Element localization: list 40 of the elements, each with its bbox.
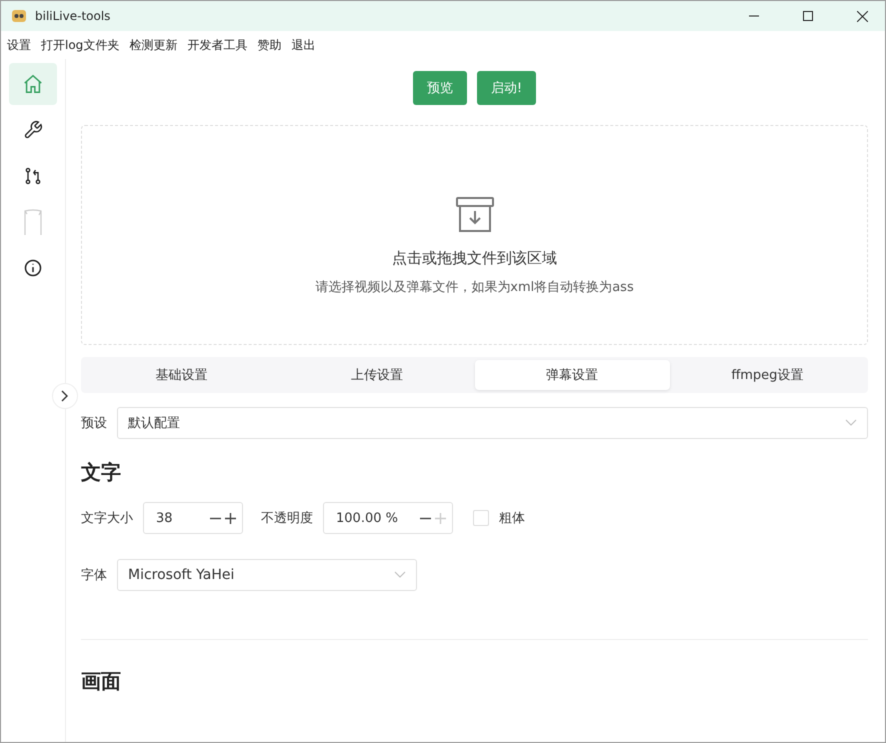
dropzone-hint: 请选择视频以及弹幕文件，如果为xml将自动转换为ass — [315, 278, 634, 296]
info-icon — [23, 258, 43, 278]
field-label: 字体 — [81, 567, 107, 584]
plus-icon[interactable] — [225, 512, 236, 524]
bold-checkbox[interactable] — [473, 510, 489, 526]
chevron-down-icon — [845, 419, 857, 427]
menu-item[interactable]: 打开log文件夹 — [41, 36, 120, 54]
section-heading: 画面 — [81, 668, 122, 695]
window-title: biliLive-tools — [35, 9, 112, 23]
tab[interactable]: ffmpeg设置 — [670, 360, 865, 390]
chevron-right-icon — [61, 390, 69, 402]
section-heading: 文字 — [81, 459, 122, 486]
close-icon[interactable] — [856, 10, 868, 22]
menu-item[interactable]: 开发者工具 — [187, 36, 248, 54]
menu-item[interactable]: 退出 — [291, 36, 316, 54]
tab[interactable]: 基础设置 — [84, 360, 280, 390]
chevron-down-icon — [394, 571, 406, 579]
upload-dropzone[interactable]: 点击或拖拽文件到该区域 请选择视频以及弹幕文件，如果为xml将自动转换为ass — [81, 125, 868, 345]
preset-select[interactable]: 默认配置 — [117, 407, 868, 439]
opacity-input[interactable]: 100.00 % — [323, 502, 453, 534]
maximize-icon[interactable] — [803, 11, 813, 21]
home-icon — [22, 73, 44, 95]
tab[interactable]: 弹幕设置 — [474, 360, 670, 390]
app-logo-icon — [11, 8, 27, 24]
wrench-icon — [23, 120, 43, 140]
menu-item[interactable]: 设置 — [7, 36, 31, 54]
field-label: 文字大小 — [81, 510, 133, 527]
archive-icon — [454, 194, 494, 234]
expand-button[interactable] — [52, 383, 78, 409]
menu-item[interactable]: 赞助 — [257, 36, 282, 54]
pull-request-icon — [23, 165, 43, 187]
menu-item[interactable]: 检测更新 — [129, 36, 178, 54]
figure-icon — [22, 207, 44, 237]
font-select[interactable]: Microsoft YaHei — [117, 559, 417, 591]
dropzone-title: 点击或拖拽文件到该区域 — [392, 248, 557, 268]
preset-label: 预设 — [81, 415, 107, 432]
font-size-input[interactable]: 38 — [143, 502, 243, 534]
field-label: 不透明度 — [261, 510, 313, 527]
checkbox-label: 粗体 — [499, 510, 525, 527]
tab[interactable]: 上传设置 — [279, 360, 474, 390]
